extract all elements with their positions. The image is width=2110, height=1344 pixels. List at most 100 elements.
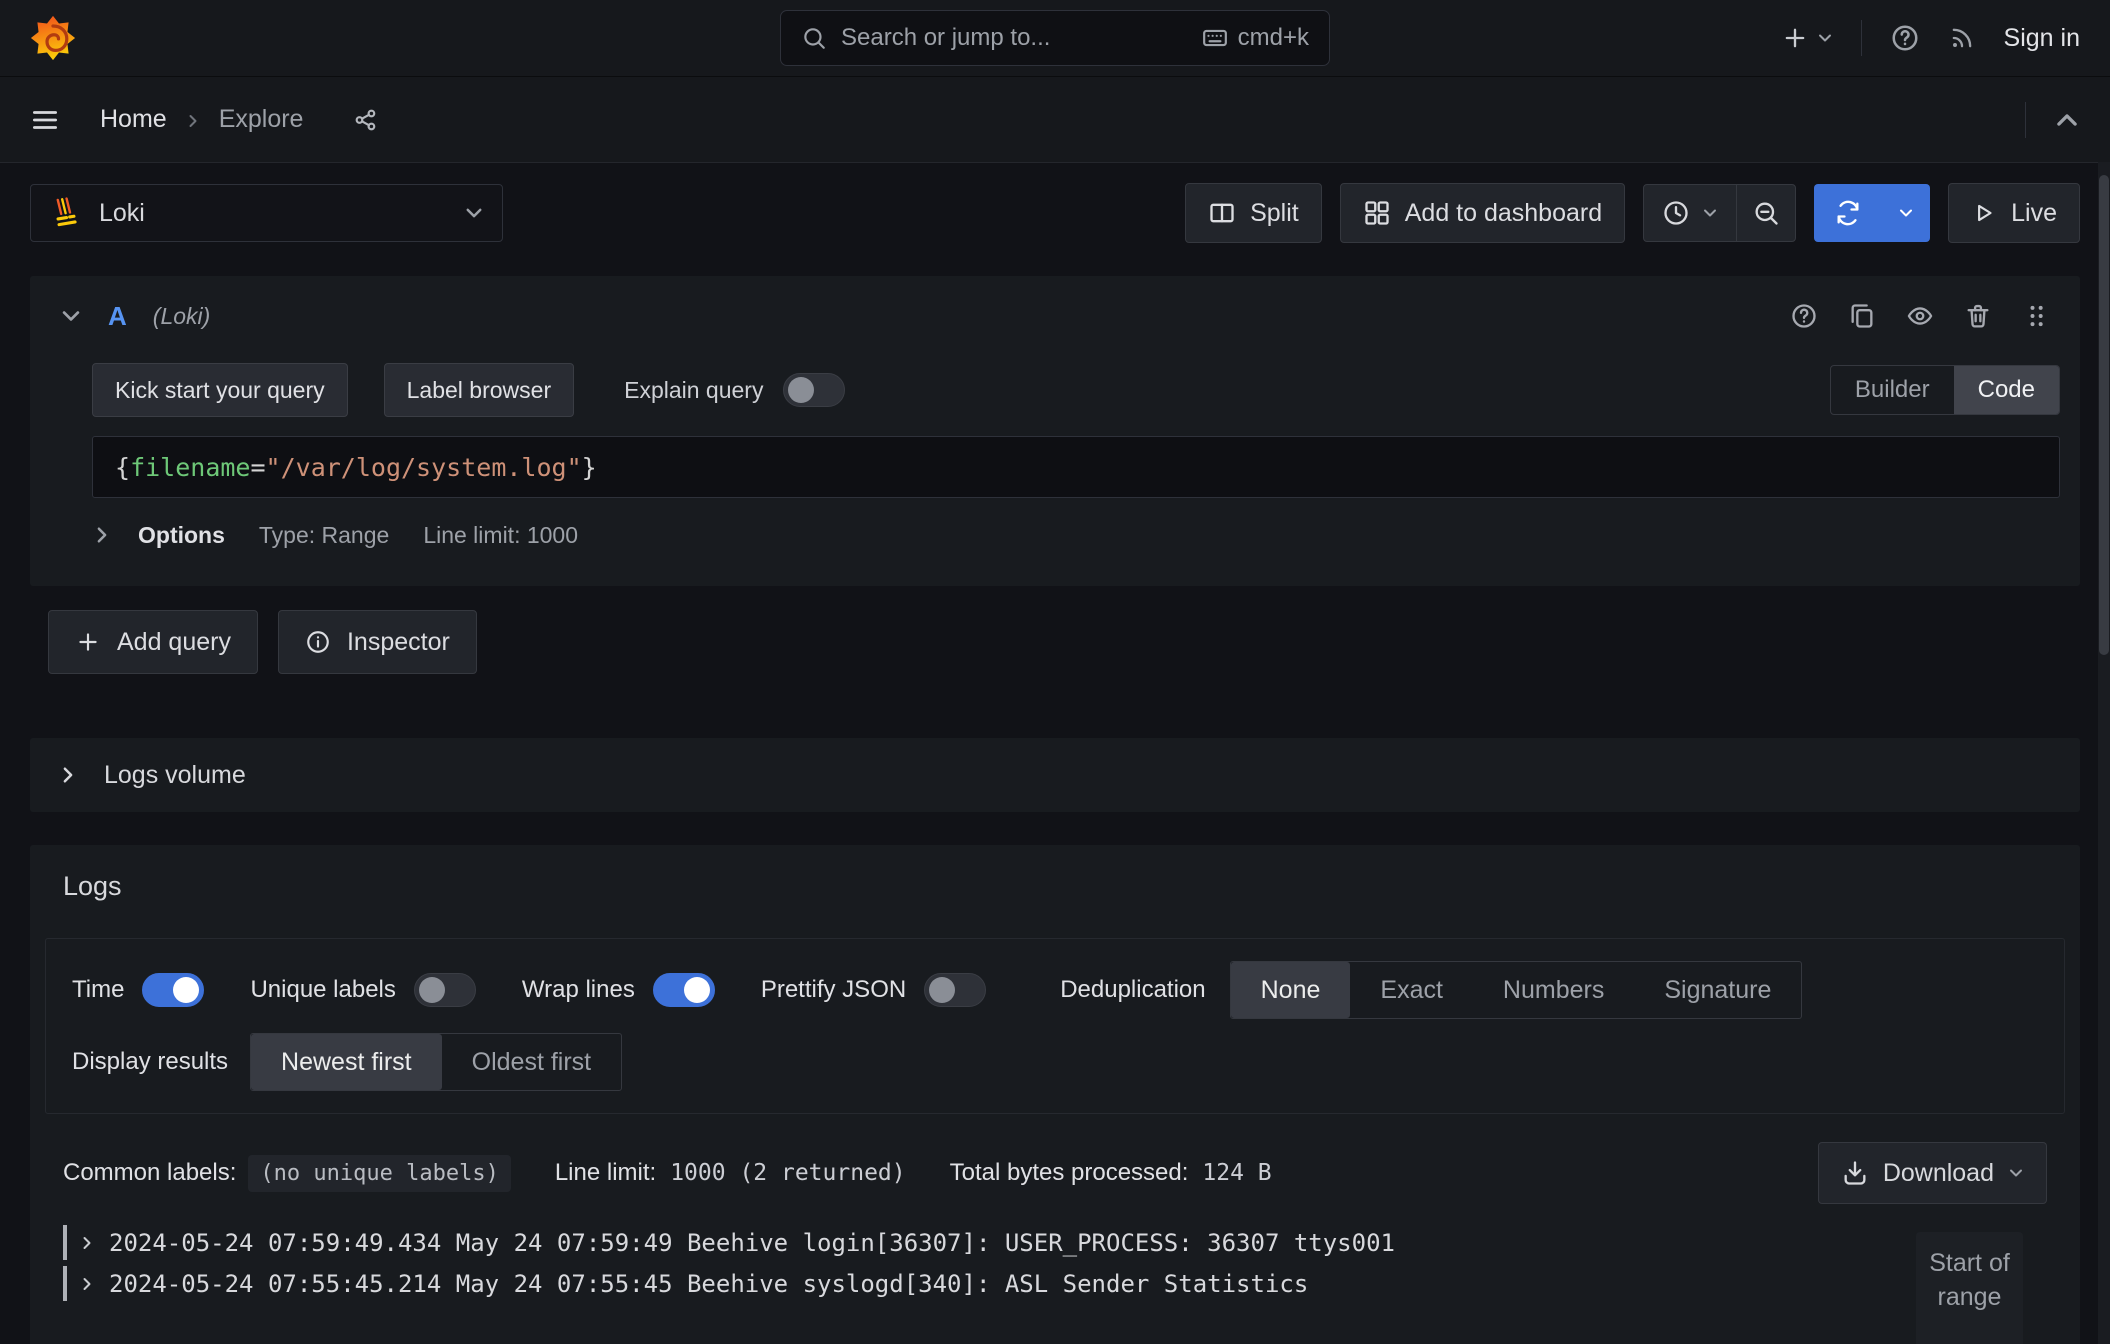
drag-handle-icon[interactable] — [2022, 302, 2050, 330]
breadcrumb-home[interactable]: Home — [100, 105, 167, 134]
collapse-nav-chevron-up-icon[interactable] — [2054, 107, 2080, 133]
share-icon[interactable] — [353, 107, 379, 133]
chevron-down-icon — [2008, 1165, 2024, 1181]
deduplication-label: Deduplication — [1060, 976, 1205, 1004]
split-button[interactable]: Split — [1185, 183, 1322, 243]
log-line-text: 2024-05-24 07:59:49.434 May 24 07:59:49 … — [109, 1229, 1395, 1257]
dedup-option-none[interactable]: None — [1231, 962, 1351, 1018]
order-oldest-first[interactable]: Oldest first — [442, 1034, 621, 1090]
remove-query-trash-icon[interactable] — [1964, 302, 1992, 330]
kick-start-query-button[interactable]: Kick start your query — [92, 363, 348, 417]
refresh-button[interactable] — [1814, 184, 1882, 242]
new-item-button[interactable] — [1781, 24, 1833, 52]
toggle-knob — [788, 377, 814, 403]
logs-panel: Logs Time Unique labels Wrap lines — [30, 845, 2080, 1344]
wrap-lines-toggle[interactable] — [653, 973, 715, 1007]
query-panel: A (Loki) — [30, 276, 2080, 586]
logs-volume-panel[interactable]: Logs volume — [30, 738, 2080, 812]
options-type-summary: Type: Range — [259, 522, 389, 549]
zoom-out-icon — [1752, 199, 1780, 227]
add-to-dashboard-button[interactable]: Add to dashboard — [1340, 183, 1625, 243]
help-icon[interactable] — [1890, 23, 1920, 53]
keyboard-icon — [1202, 25, 1228, 51]
log-level-bar — [63, 1225, 67, 1260]
search-input[interactable]: Search or jump to... cmd+k — [780, 10, 1330, 66]
query-row-actions — [1790, 302, 2050, 330]
datasource-picker[interactable]: Loki — [30, 184, 503, 242]
apps-grid-icon — [1363, 199, 1391, 227]
query-help-icon[interactable] — [1790, 302, 1818, 330]
prettify-json-toggle[interactable] — [924, 973, 986, 1007]
common-labels-value: (no unique labels) — [248, 1155, 510, 1192]
inspector-button[interactable]: Inspector — [278, 610, 477, 674]
download-icon — [1841, 1159, 1869, 1187]
dedup-option-numbers[interactable]: Numbers — [1473, 962, 1634, 1018]
plus-icon — [75, 629, 101, 655]
sign-in-link[interactable]: Sign in — [2004, 24, 2080, 53]
chevron-right-icon — [92, 525, 112, 545]
query-options-row[interactable]: Options Type: Range Line limit: 1000 — [92, 506, 2060, 564]
info-circle-icon — [305, 629, 331, 655]
query-editor-body: Kick start your query Label browser Expl… — [30, 364, 2080, 564]
log-row[interactable]: 2024-05-24 07:59:49.434 May 24 07:59:49 … — [63, 1222, 2047, 1263]
breadcrumb: Home Explore — [100, 105, 379, 134]
add-query-button[interactable]: Add query — [48, 610, 258, 674]
loki-logo — [49, 196, 83, 230]
explain-query-control: Explain query — [624, 373, 845, 407]
chevron-down-icon — [1817, 30, 1833, 46]
logs-options-box: Time Unique labels Wrap lines Prettify J… — [45, 938, 2065, 1114]
logql-query-input[interactable]: {filename="/var/log/system.log"} — [92, 436, 2060, 498]
collapse-query-chevron-icon[interactable] — [60, 305, 82, 327]
download-button[interactable]: Download — [1818, 1142, 2047, 1204]
divider — [1861, 20, 1862, 56]
play-icon — [1971, 200, 1997, 226]
refresh-icon — [1834, 199, 1862, 227]
explore-toolbar: Loki Split Add to dashboard — [30, 184, 2080, 242]
refresh-interval-dropdown[interactable] — [1882, 184, 1930, 242]
dedup-option-signature[interactable]: Signature — [1634, 962, 1801, 1018]
query-datasource-hint: (Loki) — [153, 303, 211, 330]
menu-hamburger-icon[interactable] — [30, 105, 60, 135]
toggle-knob — [173, 977, 199, 1003]
breadcrumb-current: Explore — [219, 105, 304, 134]
divider — [2025, 102, 2026, 138]
explain-query-toggle[interactable] — [783, 373, 845, 407]
hide-response-eye-icon[interactable] — [1906, 302, 1934, 330]
common-labels-label: Common labels: — [63, 1159, 236, 1187]
time-toggle[interactable] — [142, 973, 204, 1007]
grafana-logo[interactable] — [30, 15, 76, 61]
query-editor-toolbar: Kick start your query Label browser Expl… — [92, 364, 2060, 416]
mode-code-option[interactable]: Code — [1954, 366, 2059, 414]
unique-labels-toggle[interactable] — [414, 973, 476, 1007]
time-picker-button[interactable] — [1644, 185, 1737, 241]
news-rss-icon[interactable] — [1948, 24, 1976, 52]
line-limit-value: 1000 (2 returned) — [670, 1160, 905, 1186]
chevron-down-icon — [1702, 205, 1718, 221]
grafana-explore-app: Search or jump to... cmd+k — [0, 0, 2110, 1344]
order-newest-first[interactable]: Newest first — [251, 1034, 442, 1090]
options-label: Options — [138, 522, 225, 549]
query-ref-id: A — [108, 301, 127, 332]
log-row[interactable]: 2024-05-24 07:55:45.214 May 24 07:55:45 … — [63, 1263, 2047, 1304]
live-button[interactable]: Live — [1948, 183, 2080, 243]
wrap-lines-toggle-group: Wrap lines — [522, 973, 715, 1007]
display-results-label: Display results — [72, 1048, 228, 1076]
start-of-range-label: Start of range — [1916, 1232, 2023, 1344]
run-query-split-button — [1814, 184, 1930, 242]
log-line-text: 2024-05-24 07:55:45.214 May 24 07:55:45 … — [109, 1270, 1308, 1298]
label-browser-button[interactable]: Label browser — [384, 363, 574, 417]
duplicate-query-icon[interactable] — [1848, 302, 1876, 330]
mode-builder-option[interactable]: Builder — [1831, 366, 1954, 414]
prettify-json-toggle-group: Prettify JSON — [761, 973, 986, 1007]
logs-options-row-1: Time Unique labels Wrap lines Prettify J… — [72, 961, 2038, 1019]
log-rows: 2024-05-24 07:59:49.434 May 24 07:59:49 … — [45, 1222, 2065, 1304]
time-range-controls — [1643, 184, 1796, 242]
chevron-down-icon — [464, 203, 484, 223]
dedup-option-exact[interactable]: Exact — [1350, 962, 1473, 1018]
zoom-out-time-button[interactable] — [1737, 185, 1795, 241]
query-row-header: A (Loki) — [30, 276, 2080, 356]
toolbar-actions: Split Add to dashboard — [1185, 183, 2080, 243]
top-bar: Search or jump to... cmd+k — [0, 0, 2110, 77]
scrollbar-thumb[interactable] — [2099, 175, 2109, 655]
search-shortcut: cmd+k — [1202, 24, 1309, 52]
